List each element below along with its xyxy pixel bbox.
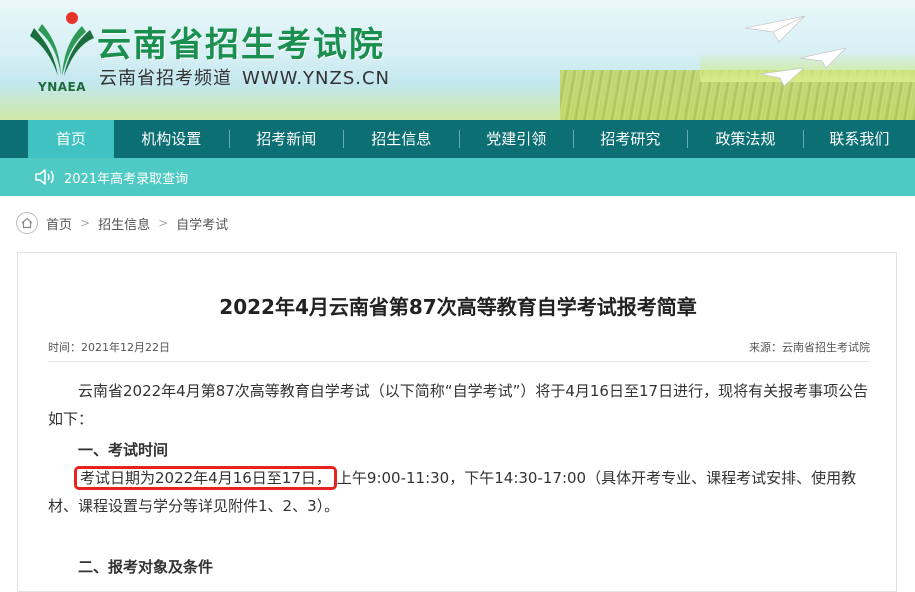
site-url: WWW.YNZS.CN	[242, 68, 391, 89]
section-heading: 二、报考对象及条件	[78, 558, 214, 576]
article-meta: 时间：2021年12月22日 来源：云南省招生考试院	[48, 339, 870, 362]
section-heading: 一、考试时间	[78, 441, 169, 459]
nav-policy[interactable]: 政策法规	[688, 120, 803, 158]
speaker-icon	[35, 169, 54, 185]
notice-link[interactable]: 2021年高考录取查询	[64, 168, 188, 187]
site-subtitle: 云南省招考频道 WWW.YNZS.CN	[99, 64, 390, 90]
paper-plane-icon	[800, 48, 846, 69]
breadcrumb-self-study[interactable]: 自学考试	[176, 214, 228, 233]
notice-bar: 2021年高考录取查询	[0, 158, 915, 196]
ynaea-logo-icon[interactable]	[28, 10, 94, 82]
article-panel: 2022年4月云南省第87次高等教育自学考试报考简章 时间：2021年12月22…	[17, 252, 897, 592]
nav-research[interactable]: 招考研究	[574, 120, 687, 158]
nav-organization[interactable]: 机构设置	[114, 120, 229, 158]
article-body: 云南省2022年4月第87次高等教育自学考试（以下简称“自学考试”）将于4月16…	[48, 377, 872, 581]
site-header: YNAEA 云南省招生考试院 云南省招考频道 WWW.YNZS.CN	[0, 0, 915, 120]
highlighted-exam-date: 考试日期为2022年4月16日至17日，	[74, 466, 337, 490]
main-nav: 首页 机构设置 招考新闻 招生信息 党建引领 招考研究 政策法规 联系我们	[0, 120, 915, 158]
paper-plane-icon	[745, 15, 805, 43]
exam-time-paragraph: 考试日期为2022年4月16日至17日， 上午9:00-11:30，下午14:30…	[48, 464, 872, 520]
logo-abbreviation: YNAEA	[38, 80, 87, 94]
breadcrumb: 首页 > 招生信息 > 自学考试	[16, 211, 228, 235]
article-title: 2022年4月云南省第87次高等教育自学考试报考简章	[219, 295, 697, 319]
intro-paragraph: 云南省2022年4月第87次高等教育自学考试（以下简称“自学考试”）将于4月16…	[48, 382, 869, 428]
nav-admissions[interactable]: 招生信息	[344, 120, 459, 158]
site-title[interactable]: 云南省招生考试院	[97, 17, 385, 66]
breadcrumb-home[interactable]: 首页	[46, 214, 72, 233]
nav-party[interactable]: 党建引领	[460, 120, 573, 158]
nav-news[interactable]: 招考新闻	[230, 120, 343, 158]
breadcrumb-admissions[interactable]: 招生信息	[98, 214, 150, 233]
breadcrumb-separator: >	[158, 216, 169, 230]
publish-time: 时间：2021年12月22日	[48, 341, 170, 354]
breadcrumb-separator: >	[80, 216, 91, 230]
article-source: 来源：云南省招生考试院	[749, 341, 870, 354]
home-icon[interactable]	[16, 212, 38, 234]
channel-name: 云南省招考频道	[99, 68, 232, 89]
paper-plane-icon	[760, 67, 804, 87]
nav-home[interactable]: 首页	[28, 120, 114, 158]
nav-contact[interactable]: 联系我们	[804, 120, 915, 158]
